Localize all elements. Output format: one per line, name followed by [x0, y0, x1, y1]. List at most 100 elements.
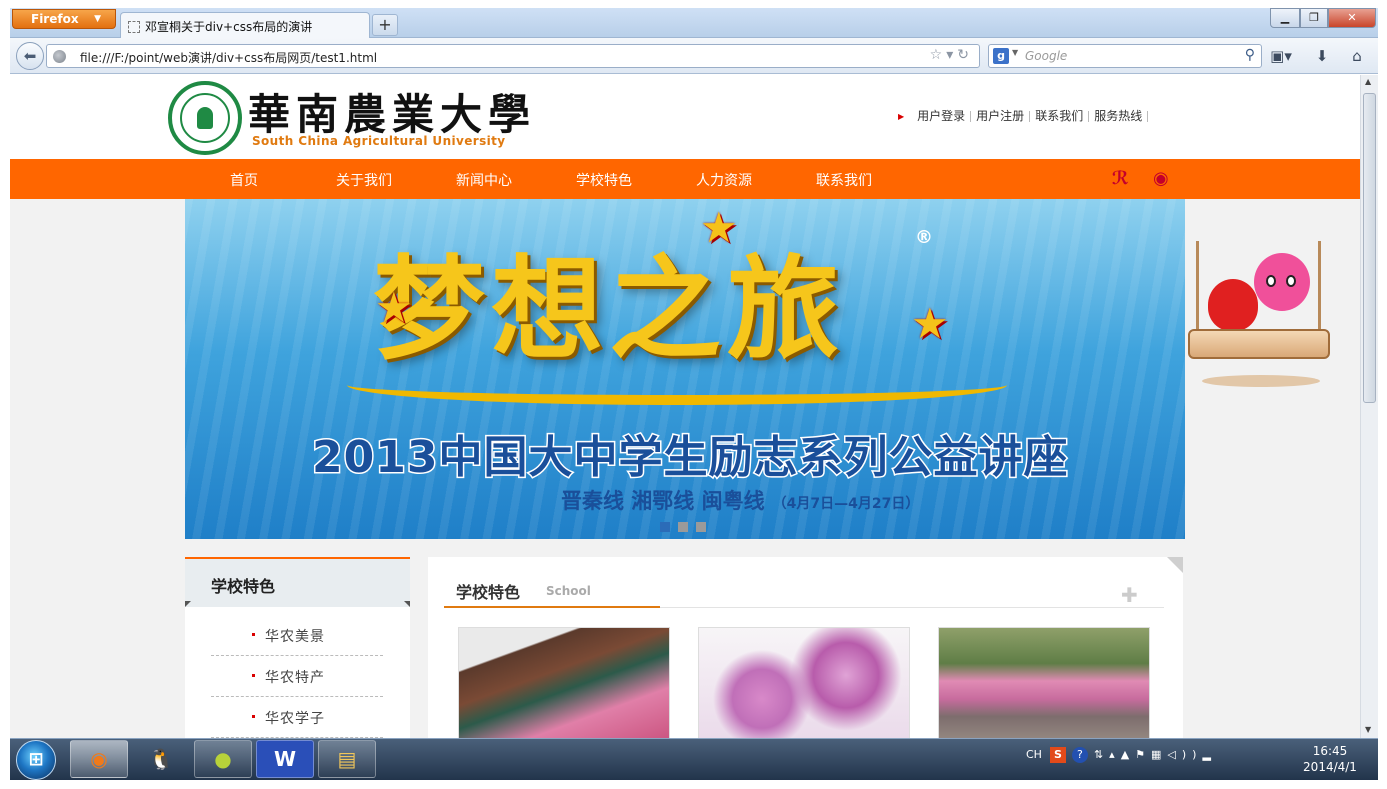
main-nav: 首页 关于我们 新闻中心 学校特色 人力资源 联系我们 ℛ ◉ — [10, 159, 1360, 199]
close-button[interactable]: ✕ — [1328, 8, 1376, 28]
help-icon[interactable]: ? — [1071, 747, 1088, 763]
browser-title-bar: Firefox ▼ 邓宣桐关于div+css布局的演讲 + ▁ ❐ ✕ — [10, 8, 1378, 39]
hotline-link[interactable]: 服务热线 — [1089, 110, 1149, 122]
swing-mascot-image — [1188, 241, 1330, 389]
site-header: 華南農業大學 South China Agricultural Universi… — [10, 75, 1360, 159]
hero-banner[interactable]: 梦想之旅 ® ★ ★ ★ 2013中国大中学生励志系列公益讲座 晋秦线 湘鄂线 … — [185, 199, 1185, 539]
nav-item-contact[interactable]: 联系我们 — [816, 170, 872, 190]
history-dropdown-icon[interactable]: ▾ — [946, 47, 957, 63]
chevron-down-icon: ▼ — [94, 14, 101, 24]
contact-link[interactable]: 联系我们 — [1030, 110, 1090, 122]
windows-taskbar: ⊞ ◉ 🐧 ● W ▤ CH S? ⇅▴▲⚑▦◁))▂ 16:45 2014/4/1 — [10, 738, 1378, 780]
clock-date: 2014/4/1 — [1303, 760, 1357, 774]
banner-routes: 晋秦线 湘鄂线 闽粤线 （4月7日—4月27日） — [561, 485, 919, 515]
browser-tab[interactable]: 邓宣桐关于div+css布局的演讲 — [120, 12, 370, 39]
banner-subtitle: 2013中国大中学生励志系列公益讲座 — [310, 431, 1069, 485]
sidebar-item-label: 华农学子 — [265, 711, 325, 727]
start-button[interactable]: ⊞ — [16, 740, 56, 780]
search-placeholder: Google — [1025, 49, 1068, 63]
screen: Firefox ▼ 邓宣桐关于div+css布局的演讲 + ▁ ❐ ✕ ⬅ fi… — [0, 0, 1387, 789]
sidebar-item-students[interactable]: 华农学子 — [211, 697, 383, 738]
google-logo-icon[interactable]: g — [993, 48, 1009, 64]
content-title-english: School — [546, 584, 591, 598]
scroll-down-icon[interactable]: ▼ — [1365, 725, 1371, 734]
seal-inner-ring — [180, 93, 230, 143]
search-icon[interactable]: ⚲ — [1245, 47, 1255, 63]
tray-icons[interactable]: ⇅▴▲⚑▦◁))▂ — [1094, 748, 1217, 761]
star-icon: ★ — [700, 203, 738, 252]
sogou-ime-icon[interactable]: S — [1049, 747, 1066, 763]
home-icon[interactable]: ⌂ — [1346, 46, 1368, 66]
bookmark-star-icon[interactable]: ☆ — [930, 47, 947, 63]
chrome-like-icon[interactable]: ● — [194, 740, 252, 778]
register-link[interactable]: 用户注册 — [971, 110, 1031, 122]
url-bar[interactable]: file:///F:/point/web演讲/div+css布局网页/test1… — [46, 44, 980, 68]
top-links: ▶ 用户登录 用户注册 联系我们 服务热线 — [898, 109, 1149, 123]
scrollbar-thumb[interactable] — [1363, 93, 1376, 403]
banner-routes-text: 晋秦线 湘鄂线 闽粤线 — [561, 489, 765, 513]
input-language[interactable]: CH — [1026, 748, 1042, 761]
nav-item-hr[interactable]: 人力资源 — [696, 170, 752, 190]
reload-icon[interactable]: ↻ — [957, 47, 973, 63]
downloads-icon[interactable]: ⬇ — [1312, 46, 1332, 66]
bullet-icon — [252, 674, 255, 677]
university-seal-logo[interactable] — [168, 81, 242, 155]
tab-title: 邓宣桐关于div+css布局的演讲 — [145, 20, 313, 34]
browser-nav-bar: ⬅ file:///F:/point/web演讲/div+css布局网页/tes… — [10, 38, 1378, 74]
slide-dot-3[interactable] — [696, 522, 706, 532]
qq-icon[interactable]: 🐧 — [132, 740, 190, 778]
tencent-weibo-icon[interactable]: ℛ — [1112, 168, 1129, 189]
photo-thumbnail[interactable] — [938, 627, 1150, 738]
photo-thumbnail[interactable] — [698, 627, 910, 738]
corner-decoration — [185, 601, 191, 607]
bullet-icon — [252, 715, 255, 718]
chevron-down-icon[interactable]: ▼ — [1012, 48, 1018, 57]
registered-mark: ® — [915, 227, 933, 248]
swing-rope — [1196, 241, 1199, 331]
new-tab-button[interactable]: + — [372, 14, 398, 36]
search-bar[interactable]: g ▼ Google ⚲ — [988, 44, 1262, 68]
sidebar-item-label: 华农特产 — [265, 670, 325, 686]
firefox-icon[interactable]: ◉ — [70, 740, 128, 778]
slide-indicators — [660, 521, 714, 535]
banner-swoosh — [347, 365, 1007, 405]
slide-dot-2[interactable] — [678, 522, 688, 532]
nav-item-features[interactable]: 学校特色 — [576, 170, 632, 190]
firefox-menu-button[interactable]: Firefox ▼ — [12, 9, 116, 29]
slide-dot-1[interactable] — [660, 522, 670, 532]
explorer-icon[interactable]: ▤ — [318, 740, 376, 778]
minimize-button[interactable]: ▁ — [1270, 8, 1300, 28]
swing-rope — [1318, 241, 1321, 331]
firefox-menu-label: Firefox — [31, 12, 79, 26]
logo-chinese-name[interactable]: 華南農業大學 — [248, 81, 536, 142]
pink-cat-figure — [1254, 253, 1310, 311]
star-icon: ★ — [375, 283, 413, 332]
sina-weibo-icon[interactable]: ◉ — [1153, 168, 1169, 189]
scroll-up-icon[interactable]: ▲ — [1365, 77, 1371, 86]
star-icon: ★ — [911, 299, 949, 348]
clock[interactable]: 16:45 2014/4/1 — [1292, 743, 1368, 775]
nav-item-news[interactable]: 新闻中心 — [456, 170, 512, 190]
swing-seat — [1188, 329, 1330, 359]
url-text: file:///F:/point/web演讲/div+css布局网页/test1… — [80, 51, 378, 65]
eye-shape — [1266, 275, 1276, 287]
clock-time: 16:45 — [1312, 744, 1348, 758]
swing-shadow — [1202, 375, 1320, 387]
photo-thumbnail[interactable] — [458, 627, 670, 738]
nav-item-about[interactable]: 关于我们 — [336, 170, 392, 190]
page-viewport: 華南農業大學 South China Agricultural Universi… — [10, 75, 1360, 738]
sidebar-item-scenery[interactable]: 华农美景 — [211, 615, 383, 656]
sidebar-title: 学校特色 — [185, 557, 410, 607]
corner-decoration — [404, 601, 410, 607]
login-link[interactable]: 用户登录 — [912, 110, 972, 122]
globe-icon — [53, 50, 66, 63]
vertical-scrollbar[interactable]: ▲ ▼ — [1360, 75, 1378, 738]
back-button[interactable]: ⬅ — [16, 42, 44, 70]
plus-icon[interactable]: ✚ — [1121, 583, 1138, 607]
bookmarks-menu-icon[interactable]: ▣▾ — [1266, 46, 1296, 66]
bullet-icon — [252, 633, 255, 636]
sidebar-item-products[interactable]: 华农特产 — [211, 656, 383, 697]
nav-item-home[interactable]: 首页 — [230, 170, 258, 190]
wps-writer-icon[interactable]: W — [256, 740, 314, 778]
maximize-button[interactable]: ❐ — [1300, 8, 1328, 28]
